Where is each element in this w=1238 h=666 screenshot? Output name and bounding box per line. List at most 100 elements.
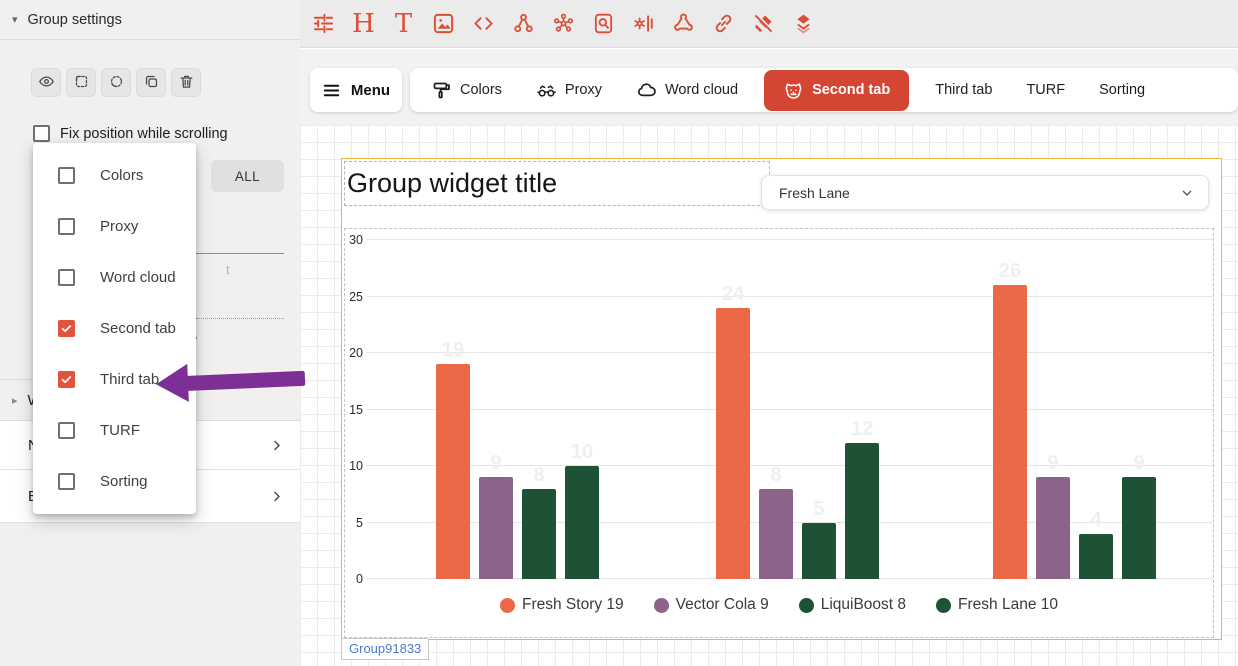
tab-label: Proxy [565, 82, 602, 98]
unchecked-checkbox[interactable] [58, 269, 75, 286]
unchecked-checkbox[interactable] [58, 167, 75, 184]
collapse-triangle-icon[interactable]: ▾ [12, 13, 18, 26]
legend-item-fresh-story-19[interactable]: Fresh Story 19 [500, 596, 624, 614]
unchecked-checkbox[interactable] [58, 218, 75, 235]
duplicate-icon [143, 73, 160, 93]
bar-value-label: 10 [571, 441, 593, 464]
chart-legend: Fresh Story 19 Vector Cola 9 LiquiBoost … [345, 596, 1213, 614]
bar-vector-cola-9[interactable] [479, 477, 513, 579]
settings-widget-icon[interactable] [631, 9, 656, 39]
bar-vector-cola-9[interactable] [1036, 477, 1070, 579]
select-rect-icon [73, 73, 90, 93]
bar-liquiboost-8[interactable] [522, 489, 556, 579]
tab-second-tab[interactable]: Second tab [764, 70, 909, 111]
menu-item-colors[interactable]: Colors [33, 150, 196, 201]
tab-label: Second tab [812, 82, 890, 98]
menu-item-proxy[interactable]: Proxy [33, 201, 196, 252]
fix-position-row[interactable]: Fix position while scrolling [33, 125, 228, 142]
y-axis-tick: 30 [345, 233, 363, 247]
tab-label: Sorting [1099, 82, 1145, 98]
tab-sorting[interactable]: Sorting [1082, 68, 1162, 112]
y-axis-tick: 25 [345, 290, 363, 304]
bar-fresh-lane-10[interactable] [565, 466, 599, 579]
dotted-divider [196, 318, 284, 319]
bar-liquiboost-8[interactable] [802, 523, 836, 580]
cloud-icon [636, 80, 657, 101]
filter-dropdown-value: Fresh Lane [779, 185, 850, 201]
text-icon[interactable]: T [391, 9, 416, 39]
link-icon[interactable] [711, 9, 736, 39]
collapse-triangle-icon[interactable]: ▸ [12, 394, 18, 407]
bar-liquiboost-8[interactable] [1079, 534, 1113, 579]
bar-fresh-story-19[interactable] [716, 308, 750, 579]
menu-item-label: TURF [100, 422, 140, 439]
bar-value-label: 9 [1047, 452, 1058, 475]
y-axis-tick: 10 [345, 459, 363, 473]
group-widget[interactable]: Group widget title Fresh Lane 0510152025… [341, 158, 1222, 640]
select-lasso-button[interactable] [101, 68, 131, 97]
fix-position-checkbox[interactable] [33, 125, 50, 142]
menu-item-sorting[interactable]: Sorting [33, 456, 196, 507]
chevron-down-icon [1179, 185, 1195, 201]
bar-value-label: 8 [770, 464, 781, 487]
tabs-container: Colors Proxy Word cloud Second tab Third tab… [410, 68, 1238, 112]
cluster-icon[interactable] [551, 9, 576, 39]
tab-word-cloud[interactable]: Word cloud [619, 68, 755, 112]
arrow-head [155, 364, 189, 403]
bar-fresh-story-19[interactable] [993, 285, 1027, 579]
menu-button[interactable]: Menu [310, 68, 402, 112]
unchecked-checkbox[interactable] [58, 422, 75, 439]
bar-chart[interactable]: 05101520253019981024851226949 Fresh Stor… [344, 228, 1214, 638]
tab-turf[interactable]: TURF [1009, 68, 1082, 112]
share-nodes-icon[interactable] [511, 9, 536, 39]
widget-title-box[interactable]: Group widget title [344, 161, 770, 206]
search-widget-icon[interactable] [591, 9, 616, 39]
menu-item-label: Second tab [100, 320, 176, 337]
eye-button[interactable] [31, 68, 61, 97]
sliders-icon[interactable] [311, 9, 336, 39]
trash-button[interactable] [171, 68, 201, 97]
legend-label: Vector Cola 9 [676, 596, 769, 614]
sidebar-header[interactable]: ▾ Group settings [0, 0, 300, 40]
tab-proxy[interactable]: Proxy [519, 68, 619, 112]
menu-item-turf[interactable]: TURF [33, 405, 196, 456]
group-id-label: Group91833 [341, 638, 429, 660]
filter-dropdown[interactable]: Fresh Lane [761, 175, 1209, 210]
image-icon[interactable] [431, 9, 456, 39]
tab-third-tab[interactable]: Third tab [918, 68, 1009, 112]
menu-item-label: Sorting [100, 473, 148, 490]
select-rect-button[interactable] [66, 68, 96, 97]
bar-fresh-lane-10[interactable] [845, 443, 879, 579]
legend-item-vector-cola-9[interactable]: Vector Cola 9 [654, 596, 769, 614]
bar-vector-cola-9[interactable] [759, 489, 793, 579]
legend-item-liquiboost-8[interactable]: LiquiBoost 8 [799, 596, 906, 614]
menu-item-word-cloud[interactable]: Word cloud [33, 252, 196, 303]
menu-item-second-tab[interactable]: Second tab [33, 303, 196, 354]
highlight-off-icon[interactable] [751, 9, 776, 39]
bar-fresh-lane-10[interactable] [1122, 477, 1156, 579]
legend-dot [936, 598, 951, 613]
legend-dot [654, 598, 669, 613]
legend-item-fresh-lane-10[interactable]: Fresh Lane 10 [936, 596, 1058, 614]
tab-colors[interactable]: Colors [414, 68, 519, 112]
select-lasso-icon [108, 73, 125, 93]
all-button[interactable]: ALL [211, 160, 284, 192]
y-axis-tick: 5 [345, 516, 363, 530]
bar-value-label: 9 [490, 452, 501, 475]
bar-value-label: 8 [533, 464, 544, 487]
paint-roller-icon [431, 80, 452, 101]
heading-icon[interactable]: H [351, 9, 376, 39]
checked-checkbox[interactable] [58, 320, 75, 337]
unchecked-checkbox[interactable] [58, 473, 75, 490]
layers-icon[interactable] [791, 9, 816, 39]
bar-fresh-story-19[interactable] [436, 364, 470, 579]
tab-label: Word cloud [665, 82, 738, 98]
checked-checkbox[interactable] [58, 371, 75, 388]
code-icon[interactable] [471, 9, 496, 39]
bar-value-label: 19 [442, 339, 464, 362]
y-axis-tick: 15 [345, 403, 363, 417]
tab-label: TURF [1026, 82, 1065, 98]
duplicate-button[interactable] [136, 68, 166, 97]
knot-icon[interactable] [671, 9, 696, 39]
menu-item-label: Third tab [100, 371, 159, 388]
